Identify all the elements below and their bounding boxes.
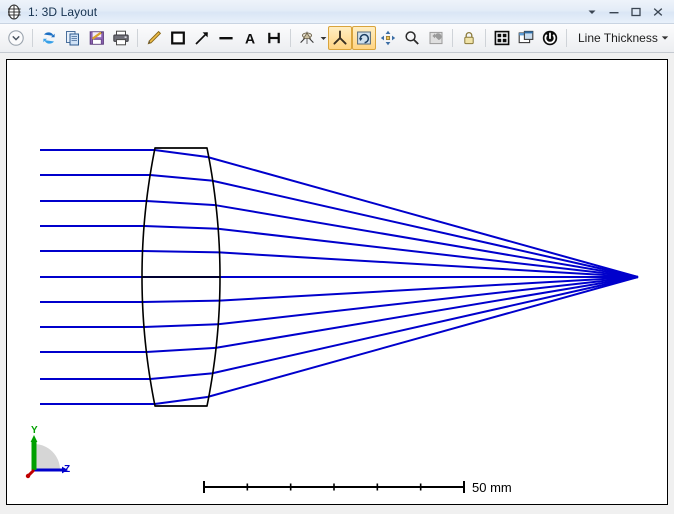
line-tool-button[interactable] [214,26,238,50]
toolbar-separator [137,29,138,47]
padlock-icon [460,29,478,47]
ray-outgoing [212,277,638,373]
toolbar-separator [452,29,453,47]
toolbar-separator [485,29,486,47]
power-circle-icon [541,29,559,47]
scale-bar [204,481,464,493]
close-button[interactable] [647,2,669,22]
tripod-axes-icon [331,29,349,47]
ray-outgoing [216,277,638,348]
toolbar-separator [32,29,33,47]
ray-outgoing [207,277,638,397]
save-diskette-icon [88,29,106,47]
four-arrows-move-icon [379,29,397,47]
pencil-icon [145,29,163,47]
copy-button[interactable] [61,26,85,50]
ray-internal [150,373,212,379]
rotate-view-button[interactable] [352,26,376,50]
x-axis-arrowhead [26,474,30,478]
dimension-h-icon [265,29,283,47]
minimize-button[interactable] [603,2,625,22]
ray-fan-button[interactable] [295,26,319,50]
ray-internal [143,251,220,252]
fit-window-button[interactable] [490,26,514,50]
lock-button[interactable] [457,26,481,50]
printer-icon [112,29,130,47]
window-title: 1: 3D Layout [28,5,97,19]
pencil-tool-button[interactable] [142,26,166,50]
ray-outgoing [218,229,638,277]
dimension-tool-button[interactable] [262,26,286,50]
ray-outgoing [215,205,638,277]
ray-bundle [40,150,638,404]
refresh-button[interactable] [37,26,61,50]
ray-outgoing [219,252,638,277]
rectangle-tool-button[interactable] [166,26,190,50]
undo-screen-icon [427,29,445,47]
power-button[interactable] [538,26,562,50]
ray-outgoing [207,157,638,277]
arrow-tool-button[interactable] [190,26,214,50]
ray-fan-dropdown-caret[interactable] [319,26,328,50]
svg-text:A: A [245,30,255,46]
arrow-diagonal-icon [193,29,211,47]
detach-window-button[interactable] [514,26,538,50]
save-button[interactable] [85,26,109,50]
ray-outgoing [212,181,638,277]
toolbar: A [0,24,674,53]
ray-outgoing [220,277,638,301]
ray-fan-icon [298,29,316,47]
layout-canvas[interactable]: 50 mm Y Z [6,59,668,505]
ray-outgoing [218,277,638,324]
toolbar-separator [566,29,567,47]
ray-internal [144,324,218,327]
optical-layout-drawing [7,60,668,504]
maximize-button[interactable] [625,2,647,22]
print-button[interactable] [109,26,133,50]
y-axis-arrowhead [31,435,38,442]
menu-dropdown-button[interactable] [581,2,603,22]
pan-button[interactable] [376,26,400,50]
z-axis-arrowhead [62,467,68,474]
line-thickness-dropdown[interactable]: Line Thickness [571,25,673,51]
magnifier-icon [403,29,421,47]
canvas-area: 50 mm Y Z [0,53,674,514]
square-icon [169,29,187,47]
x-axis-line [29,470,34,475]
line-thickness-label: Line Thickness [572,31,661,45]
zoom-button[interactable] [400,26,424,50]
chevron-down-icon [661,34,669,42]
window-controls [581,2,669,22]
ray-internal [147,201,216,205]
lens-element [142,148,220,406]
letter-a-icon: A [241,29,259,47]
text-tool-button[interactable]: A [238,26,262,50]
copy-pages-icon [64,29,82,47]
ray-internal [155,397,208,404]
ray-internal [144,226,218,229]
title-bar: 1: 3D Layout [0,0,674,24]
ray-internal [150,175,212,181]
circle-chevron-down-icon [7,29,25,47]
ray-internal [146,348,215,352]
tripod-axes-button[interactable] [328,26,352,50]
ray-internal [155,150,208,157]
undo-view-button[interactable] [424,26,448,50]
axis-gnomon-shade [34,444,60,470]
lens-system-icon [6,4,22,20]
toolbar-separator [290,29,291,47]
axis-orientation-indicator [26,435,68,478]
refresh-arrows-icon [40,29,58,47]
3d-layout-window: 1: 3D Layout [0,0,674,506]
detach-window-icon [517,29,535,47]
horizontal-line-icon [217,29,235,47]
fit-frame-icon [493,29,511,47]
rotate-refresh-icon [355,29,373,47]
ray-internal [142,301,219,302]
settings-chevron-button[interactable] [4,26,28,50]
